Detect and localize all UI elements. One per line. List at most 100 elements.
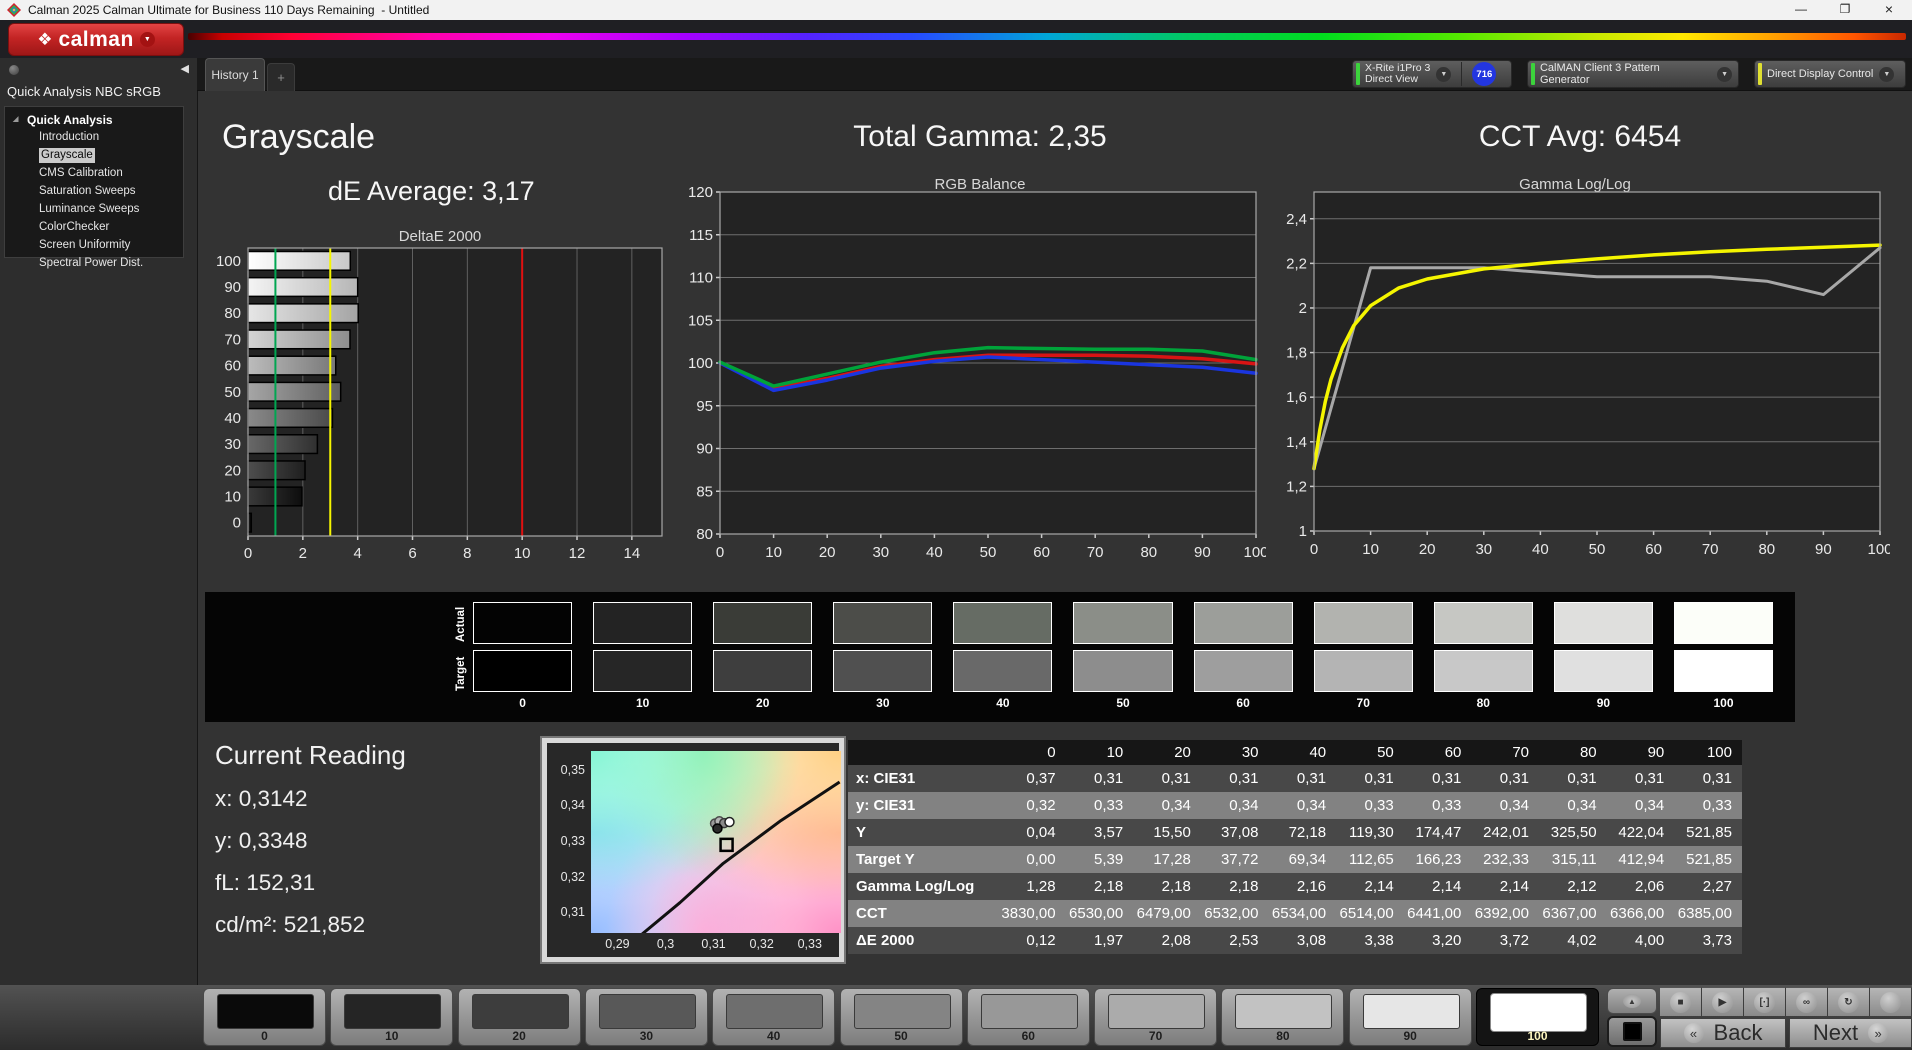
svg-text:10: 10 (765, 544, 782, 561)
table-cell: 0,00 (998, 846, 1066, 873)
sidebar-item-introduction[interactable]: Introduction (39, 131, 99, 143)
workflow-title: Quick Analysis NBC sRGB (7, 84, 161, 99)
table-col-header: 70 (1471, 740, 1539, 765)
current-reading-fl: fL: 152,31 (215, 870, 316, 895)
display-control-dropdown[interactable]: Direct Display Control ▼ (1754, 60, 1906, 88)
pattern-button-label: 80 (1276, 1029, 1290, 1043)
sidebar-collapse-icon[interactable]: ◀ (181, 62, 189, 75)
pattern-button-70[interactable]: 70 (1094, 988, 1218, 1046)
logo-dropdown-icon[interactable]: ▼ (139, 32, 155, 47)
svg-text:40: 40 (926, 544, 943, 561)
tab-add-button[interactable]: + (267, 63, 295, 91)
stop-button[interactable]: ■ (1660, 987, 1702, 1016)
back-button[interactable]: « Back (1660, 1018, 1786, 1048)
tree-expander-icon[interactable]: ◢ (13, 115, 18, 123)
pattern-button-100[interactable]: 100 (1476, 988, 1599, 1046)
sidebar-item-spectral-power-dist-[interactable]: Spectral Power Dist. (39, 257, 143, 269)
table-cell: 6532,00 (1200, 900, 1269, 927)
svg-text:30: 30 (224, 436, 241, 453)
sidebar-item-luminance-sweeps[interactable]: Luminance Sweeps (39, 203, 139, 215)
table-cell: 6385,00 (1674, 900, 1742, 927)
divider (1461, 62, 1463, 86)
table-cell: 0,31 (1403, 765, 1472, 792)
svg-text:90: 90 (1194, 544, 1211, 561)
sidebar-item-cms-calibration[interactable]: CMS Calibration (39, 167, 123, 179)
pattern-button-30[interactable]: 30 (584, 988, 708, 1046)
svg-text:95: 95 (696, 398, 713, 415)
actual-swatch (1553, 602, 1653, 644)
svg-text:0: 0 (716, 544, 724, 561)
close-button[interactable]: × (1874, 2, 1904, 18)
svg-text:100: 100 (216, 253, 241, 270)
table-row-label: CCT (848, 900, 998, 927)
sync-button[interactable]: ↻ (1828, 987, 1870, 1016)
back-label: Back (1713, 1020, 1763, 1045)
svg-text:0: 0 (244, 545, 252, 562)
toolbar-expand-button[interactable]: ▲ (1607, 988, 1657, 1014)
measurement-point (712, 823, 723, 834)
table-row-label: Gamma Log/Log (848, 873, 998, 900)
pattern-button-20[interactable]: 20 (457, 988, 581, 1046)
tree-root-quick-analysis[interactable]: ◢ Quick Analysis (9, 113, 179, 127)
table-cell: 0,31 (1133, 765, 1201, 792)
sidebar-item-colorchecker[interactable]: ColorChecker (39, 221, 109, 233)
pattern-button-60[interactable]: 60 (966, 988, 1090, 1046)
svg-text:70: 70 (224, 331, 241, 348)
pattern-swatch (853, 994, 951, 1029)
tab-history-1[interactable]: History 1 (205, 58, 265, 91)
calman-logo-menu[interactable]: ❖ calman ▼ (8, 23, 184, 56)
pattern-button-90[interactable]: 90 (1348, 988, 1472, 1046)
spectrum-bar (188, 33, 1906, 40)
next-button[interactable]: Next » (1789, 1018, 1912, 1048)
strip-level-label: 100 (1713, 696, 1734, 710)
total-gamma-value: Total Gamma: 2,35 (853, 120, 1107, 153)
svg-text:70: 70 (1087, 544, 1104, 561)
pattern-swatch (598, 994, 696, 1029)
meter-reading-badge: 716 (1472, 62, 1497, 86)
current-reading-x: x: 0,3142 (215, 786, 308, 811)
pattern-button-80[interactable]: 80 (1221, 988, 1345, 1046)
pattern-button-50[interactable]: 50 (839, 988, 963, 1046)
meter-dropdown-arrow-icon[interactable]: ▼ (1436, 66, 1452, 82)
pattern-button-10[interactable]: 10 (330, 988, 454, 1046)
actual-swatch (1313, 602, 1413, 644)
svg-text:30: 30 (872, 544, 889, 561)
table-cell: 174,47 (1403, 819, 1472, 846)
pattern-button-0[interactable]: 0 (203, 988, 326, 1046)
svg-text:20: 20 (819, 544, 836, 561)
sidebar-item-screen-uniformity[interactable]: Screen Uniformity (39, 239, 130, 251)
display-control-dropdown-arrow-icon[interactable]: ▼ (1879, 66, 1895, 82)
table-cell: 112,65 (1336, 846, 1404, 873)
pattern-generator-dropdown-arrow-icon[interactable]: ▼ (1717, 66, 1732, 82)
chevron-up-icon: ▲ (1623, 994, 1641, 1008)
target-swatch (1193, 650, 1293, 692)
pattern-window-button[interactable] (1607, 1016, 1657, 1047)
app-icon (7, 3, 21, 17)
table-cell: 0,33 (1403, 792, 1472, 819)
next-label: Next (1812, 1020, 1859, 1045)
svg-text:70: 70 (1702, 541, 1719, 558)
sidebar-pin-icon[interactable] (9, 65, 19, 75)
table-cell: 6514,00 (1336, 900, 1404, 927)
cie-y-tick: 0,32 (560, 869, 585, 884)
table-cell: 412,94 (1606, 846, 1675, 873)
pattern-button-40[interactable]: 40 (712, 988, 836, 1046)
cie-x-tick: 0,31 (701, 937, 726, 951)
table-cell: 69,34 (1268, 846, 1337, 873)
step-button[interactable]: [·] (1744, 987, 1786, 1016)
pattern-generator-dropdown[interactable]: CalMAN Client 3 Pattern Generator ▼ (1527, 60, 1739, 88)
meter-dropdown[interactable]: X-Rite i1Pro 3 Direct View ▼ 716 (1352, 60, 1512, 88)
table-col-header: 10 (1065, 740, 1134, 765)
record-button[interactable] (1870, 987, 1912, 1016)
play-button[interactable]: ▶ (1702, 987, 1744, 1016)
sidebar-item-grayscale[interactable]: Grayscale (39, 148, 95, 163)
table-cell: 6479,00 (1133, 900, 1201, 927)
transport-controls: ■ ▶ [·] ∞ ↻ (1660, 987, 1912, 1016)
infinity-button[interactable]: ∞ (1786, 987, 1828, 1016)
minimize-button[interactable]: — (1786, 2, 1816, 18)
restore-button[interactable]: ❐ (1830, 2, 1860, 18)
table-col-header: 80 (1539, 740, 1607, 765)
window-title: Calman 2025 Calman Ultimate for Business… (28, 3, 430, 17)
sidebar-item-saturation-sweeps[interactable]: Saturation Sweeps (39, 185, 136, 197)
pattern-swatch (1490, 993, 1587, 1032)
